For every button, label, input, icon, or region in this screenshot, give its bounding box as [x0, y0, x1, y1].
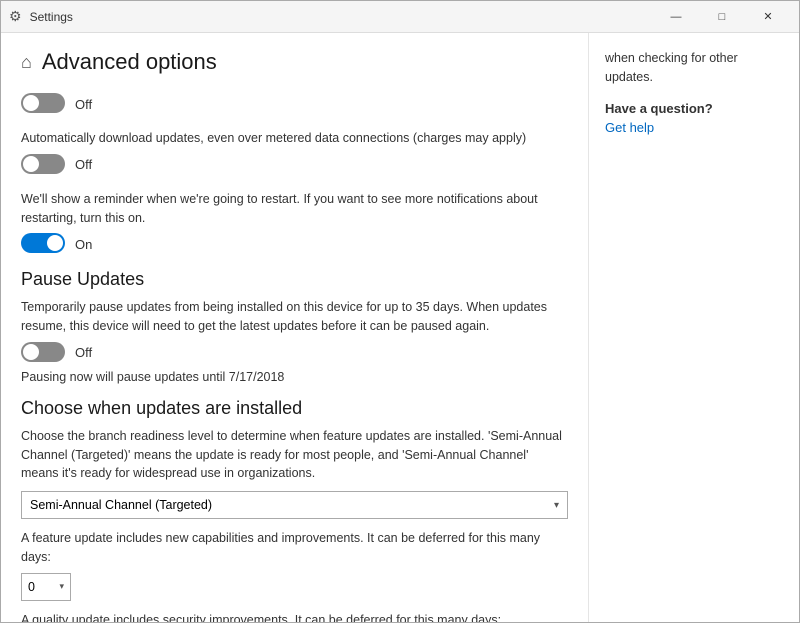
dropdown-arrow-icon: ▾ — [554, 500, 559, 511]
pause-toggle[interactable] — [21, 342, 65, 364]
pause-toggle-row: Off — [21, 342, 568, 364]
page-title: Advanced options — [42, 49, 217, 75]
toggle1-label: Off — [75, 97, 92, 112]
toggle3-track[interactable] — [21, 233, 65, 253]
channel-dropdown-value: Semi-Annual Channel (Targeted) — [30, 498, 212, 512]
content-area: ⌂ Advanced options Off Automatically dow… — [1, 33, 799, 622]
choose-updates-description: Choose the branch readiness level to det… — [21, 427, 568, 483]
maximize-button[interactable]: □ — [699, 1, 745, 33]
home-icon[interactable]: ⌂ — [21, 52, 32, 73]
toggle2-label: Off — [75, 157, 92, 172]
toggle2-section: Automatically download updates, even ove… — [21, 129, 568, 176]
toggle2[interactable] — [21, 154, 65, 176]
pause-note: Pausing now will pause updates until 7/1… — [21, 370, 568, 384]
toggle3-row: On — [21, 233, 568, 255]
quality-update-desc: A quality update includes security impro… — [21, 611, 568, 623]
toggle1-section: Off — [21, 93, 568, 115]
window-title: Settings — [30, 10, 73, 24]
channel-dropdown[interactable]: Semi-Annual Channel (Targeted) ▾ — [21, 491, 568, 519]
toggle1-row: Off — [21, 93, 568, 115]
title-bar-left: ⚙ Settings — [9, 8, 73, 25]
left-panel: ⌂ Advanced options Off Automatically dow… — [1, 33, 589, 622]
feature-days-input[interactable]: 0 ▾ — [21, 573, 71, 601]
right-panel-context: when checking for other updates. — [605, 49, 783, 87]
pause-toggle-label: Off — [75, 345, 92, 360]
feature-days-wrapper: 0 ▾ — [21, 573, 568, 601]
toggle3-description: We'll show a reminder when we're going t… — [21, 190, 568, 228]
toggle3-label: On — [75, 237, 92, 252]
feature-update-desc: A feature update includes new capabiliti… — [21, 529, 568, 567]
pause-updates-section: Pause Updates Temporarily pause updates … — [21, 269, 568, 384]
channel-dropdown-wrapper: Semi-Annual Channel (Targeted) ▾ — [21, 491, 568, 519]
settings-window: ⚙ Settings — □ ✕ ⌂ Advanced options — [0, 0, 800, 623]
right-panel-question: Have a question? — [605, 101, 783, 116]
title-bar: ⚙ Settings — □ ✕ — [1, 1, 799, 33]
page-header: ⌂ Advanced options — [21, 49, 568, 75]
toggle2-thumb — [23, 156, 39, 172]
toggle3[interactable] — [21, 233, 65, 255]
toggle1-track[interactable] — [21, 93, 65, 113]
choose-updates-section: Choose when updates are installed Choose… — [21, 398, 568, 622]
toggle2-description: Automatically download updates, even ove… — [21, 129, 568, 148]
pause-toggle-thumb — [23, 344, 39, 360]
minimize-button[interactable]: — — [653, 1, 699, 33]
toggle1[interactable] — [21, 93, 65, 115]
toggle2-track[interactable] — [21, 154, 65, 174]
pause-updates-description: Temporarily pause updates from being ins… — [21, 298, 568, 336]
title-bar-controls: — □ ✕ — [653, 1, 791, 33]
toggle3-thumb — [47, 235, 63, 251]
feature-days-arrow: ▾ — [59, 581, 64, 592]
choose-updates-title: Choose when updates are installed — [21, 398, 568, 419]
right-panel: when checking for other updates. Have a … — [589, 33, 799, 622]
settings-icon: ⚙ — [9, 8, 22, 25]
get-help-link[interactable]: Get help — [605, 120, 654, 135]
toggle1-thumb — [23, 95, 39, 111]
toggle3-section: We'll show a reminder when we're going t… — [21, 190, 568, 256]
pause-updates-title: Pause Updates — [21, 269, 568, 290]
pause-toggle-track[interactable] — [21, 342, 65, 362]
feature-days-value: 0 — [28, 580, 35, 594]
toggle2-row: Off — [21, 154, 568, 176]
close-button[interactable]: ✕ — [745, 1, 791, 33]
